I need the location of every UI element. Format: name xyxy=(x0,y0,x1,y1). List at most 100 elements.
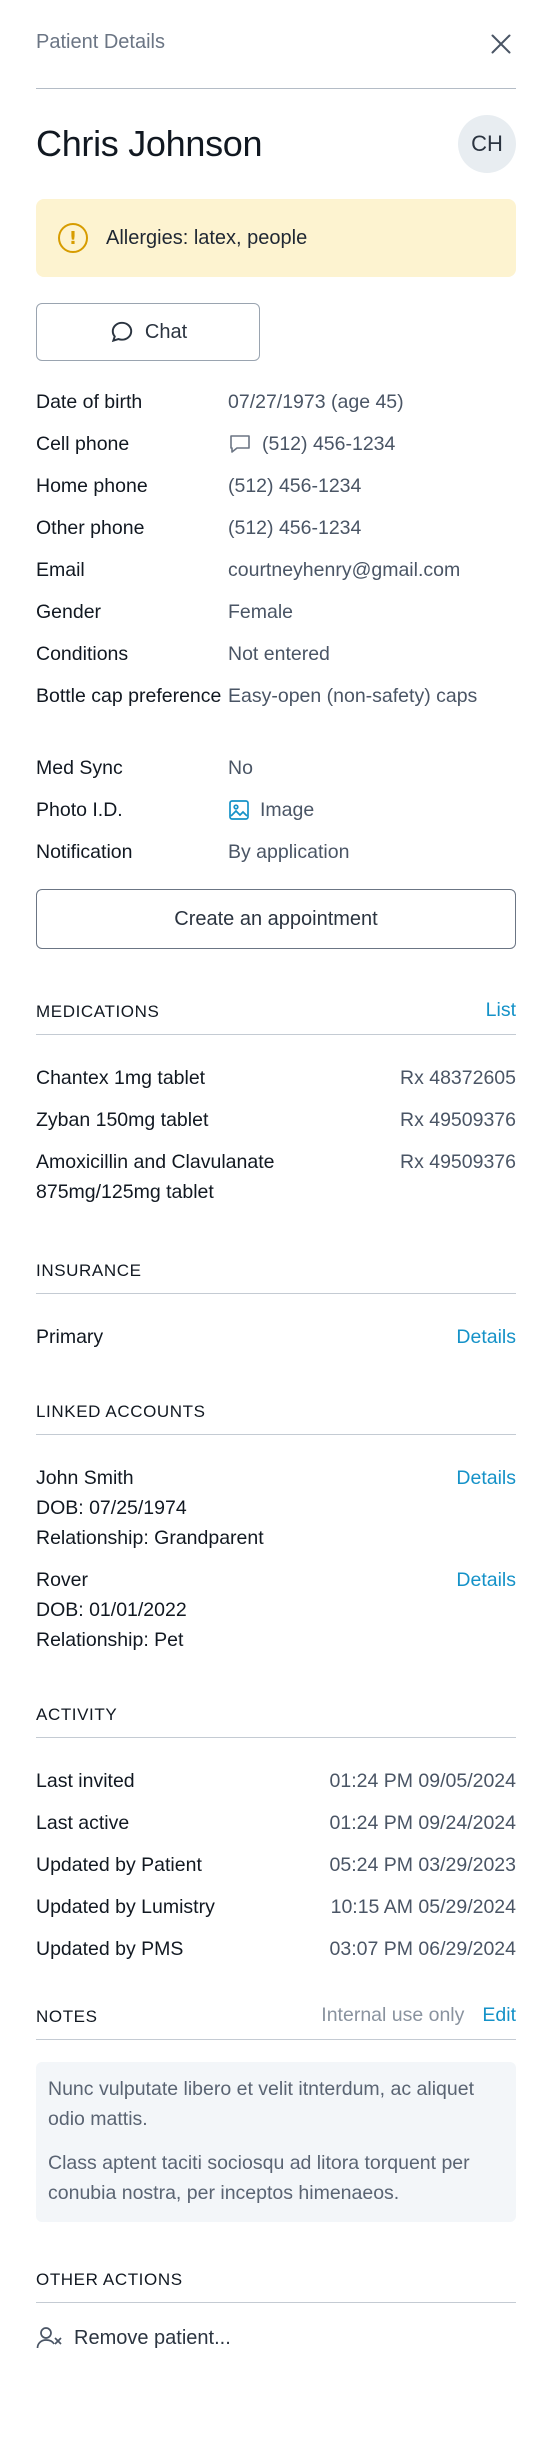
section-title: OTHER ACTIONS xyxy=(36,2270,183,2289)
medication-name: Amoxicillin and Clavulanate 875mg/125mg … xyxy=(36,1151,275,1203)
panel-title: Patient Details xyxy=(36,30,165,53)
field-label: Conditions xyxy=(36,643,129,665)
activity-list: Last invited 01:24 PM 09/05/2024 Last ac… xyxy=(36,1766,516,1976)
linked-account-info: Rover DOB: 01/01/2022 Relationship: Pet xyxy=(36,1565,187,1655)
linked-account-relationship: Relationship: Pet xyxy=(36,1629,184,1651)
notes-section: NOTES Internal use only Edit Nunc vulput… xyxy=(36,2004,516,2222)
activity-section: ACTIVITY Last invited 01:24 PM 09/05/202… xyxy=(36,1705,516,1976)
field-value: (512) 456-1234 xyxy=(228,517,362,539)
notes-header: NOTES Internal use only Edit xyxy=(36,2004,516,2040)
list-item: Last active 01:24 PM 09/24/2024 xyxy=(36,1808,516,1850)
message-icon[interactable] xyxy=(228,433,252,455)
photo-id-link-label: Image xyxy=(260,799,315,821)
create-appointment-button[interactable]: Create an appointment xyxy=(36,889,516,949)
linked-account-dob: DOB: 07/25/1974 xyxy=(36,1497,187,1519)
close-icon[interactable] xyxy=(486,29,516,59)
chat-button-label: Chat xyxy=(144,320,188,343)
field-label: Med Sync xyxy=(36,757,123,779)
note-paragraph: Nunc vulputate libero et velit itnterdum… xyxy=(48,2078,474,2130)
linked-account-details-link[interactable]: Details xyxy=(456,1565,516,1655)
image-icon xyxy=(229,800,249,820)
remove-patient-label: Remove patient... xyxy=(74,2326,231,2349)
patient-name: Chris Johnson xyxy=(36,123,263,164)
linked-account-info: John Smith DOB: 07/25/1974 Relationship:… xyxy=(36,1463,264,1553)
list-item[interactable]: Amoxicillin and Clavulanate 875mg/125mg … xyxy=(36,1147,516,1207)
patient-fields: Date of birth 07/27/1973 (age 45) Cell p… xyxy=(36,381,516,873)
list-item: Updated by PMS 03:07 PM 06/29/2024 xyxy=(36,1934,516,1976)
activity-value: 05:24 PM 03/29/2023 xyxy=(329,1854,516,1876)
field-value: 07/27/1973 (age 45) xyxy=(228,391,404,413)
insurance-label: Primary xyxy=(36,1326,104,1348)
medication-rx: Rx 48372605 xyxy=(399,1067,516,1089)
medication-list: Chantex 1mg tablet Rx 48372605 Zyban 150… xyxy=(36,1063,516,1207)
other-actions-header: OTHER ACTIONS xyxy=(36,2270,516,2303)
medications-list-link[interactable]: List xyxy=(486,999,516,1022)
field-value: Not entered xyxy=(228,643,330,665)
field-label: Bottle cap preference xyxy=(36,685,222,707)
list-item[interactable]: Zyban 150mg tablet Rx 49509376 xyxy=(36,1105,516,1147)
medication-rx: Rx 49509376 xyxy=(399,1109,516,1131)
list-item: Updated by Lumistry 10:15 AM 05/29/2024 xyxy=(36,1892,516,1934)
field-label: Cell phone xyxy=(36,433,130,455)
field-value: No xyxy=(228,757,253,779)
linked-account-name: Rover xyxy=(36,1569,89,1591)
field-value: Easy-open (non-safety) caps xyxy=(228,685,478,707)
activity-label: Updated by Patient xyxy=(36,1854,202,1876)
linked-account-relationship: Relationship: Grandparent xyxy=(36,1527,264,1549)
medication-name: Zyban 150mg tablet xyxy=(36,1109,209,1131)
cell-phone-value: (512) 456-1234 xyxy=(262,433,396,455)
field-value-cell[interactable]: (512) 456-1234 xyxy=(228,429,516,459)
list-item: Last invited 01:24 PM 09/05/2024 xyxy=(36,1766,516,1808)
field-row-bottle-cap: Bottle cap preference Easy-open (non-saf… xyxy=(36,675,516,747)
field-label: Gender xyxy=(36,601,102,623)
medications-header: MEDICATIONS List xyxy=(36,999,516,1035)
linked-accounts-header: LINKED ACCOUNTS xyxy=(36,1402,516,1435)
field-row-other-phone: Other phone (512) 456-1234 xyxy=(36,507,516,549)
linked-accounts-section: LINKED ACCOUNTS John Smith DOB: 07/25/19… xyxy=(36,1402,516,1655)
field-label: Date of birth xyxy=(36,391,143,413)
medication-rx: Rx 49509376 xyxy=(399,1151,516,1173)
section-title: LINKED ACCOUNTS xyxy=(36,1402,206,1421)
section-title: NOTES xyxy=(36,2007,98,2026)
notes-box: Nunc vulputate libero et velit itnterdum… xyxy=(36,2062,516,2222)
avatar: CH xyxy=(458,115,516,173)
medications-section: MEDICATIONS List Chantex 1mg tablet Rx 4… xyxy=(36,999,516,1207)
activity-value: 03:07 PM 06/29/2024 xyxy=(329,1938,516,1960)
field-label: Email xyxy=(36,559,85,581)
field-row-gender: Gender Female xyxy=(36,591,516,633)
field-row-photo-id: Photo I.D. Image xyxy=(36,789,516,831)
other-actions-section: OTHER ACTIONS Remove patient... xyxy=(36,2270,516,2351)
note-paragraph: Class aptent taciti sociosqu ad litora t… xyxy=(48,2152,470,2204)
field-row-med-sync: Med Sync No xyxy=(36,747,516,789)
field-row-email: Email courtneyhenry@gmail.com xyxy=(36,549,516,591)
field-row-conditions: Conditions Not entered xyxy=(36,633,516,675)
linked-account-dob: DOB: 01/01/2022 xyxy=(36,1599,187,1621)
patient-details-panel: Patient Details Chris Johnson CH ! Aller… xyxy=(36,0,516,2351)
list-item[interactable]: Chantex 1mg tablet Rx 48372605 xyxy=(36,1063,516,1105)
list-item: Updated by Patient 05:24 PM 03/29/2023 xyxy=(36,1850,516,1892)
insurance-section: INSURANCE Primary Details xyxy=(36,1261,516,1352)
notes-hint: Internal use only xyxy=(321,2004,465,2026)
list-item: Primary Details xyxy=(36,1322,516,1352)
field-value: By application xyxy=(228,841,350,863)
insurance-details-link[interactable]: Details xyxy=(456,1322,516,1352)
activity-value: 10:15 AM 05/29/2024 xyxy=(330,1896,516,1918)
linked-account-name: John Smith xyxy=(36,1467,134,1489)
remove-patient-button[interactable]: Remove patient... xyxy=(36,2325,516,2351)
field-label: Photo I.D. xyxy=(36,799,123,821)
notes-edit-link[interactable]: Edit xyxy=(482,2004,516,2027)
field-value: courtneyhenry@gmail.com xyxy=(228,559,461,581)
warning-icon: ! xyxy=(58,223,88,253)
activity-value: 01:24 PM 09/24/2024 xyxy=(329,1812,516,1834)
field-row-home-phone: Home phone (512) 456-1234 xyxy=(36,465,516,507)
section-title: MEDICATIONS xyxy=(36,1002,160,1021)
activity-label: Last invited xyxy=(36,1770,135,1792)
field-row-notification: Notification By application xyxy=(36,831,516,873)
photo-id-link[interactable]: Image xyxy=(228,795,516,825)
activity-value: 01:24 PM 09/05/2024 xyxy=(329,1770,516,1792)
linked-account-details-link[interactable]: Details xyxy=(456,1463,516,1553)
chat-button[interactable]: Chat xyxy=(36,303,260,361)
field-label: Notification xyxy=(36,841,133,863)
field-label: Other phone xyxy=(36,517,145,539)
patient-name-row: Chris Johnson CH xyxy=(36,89,516,199)
